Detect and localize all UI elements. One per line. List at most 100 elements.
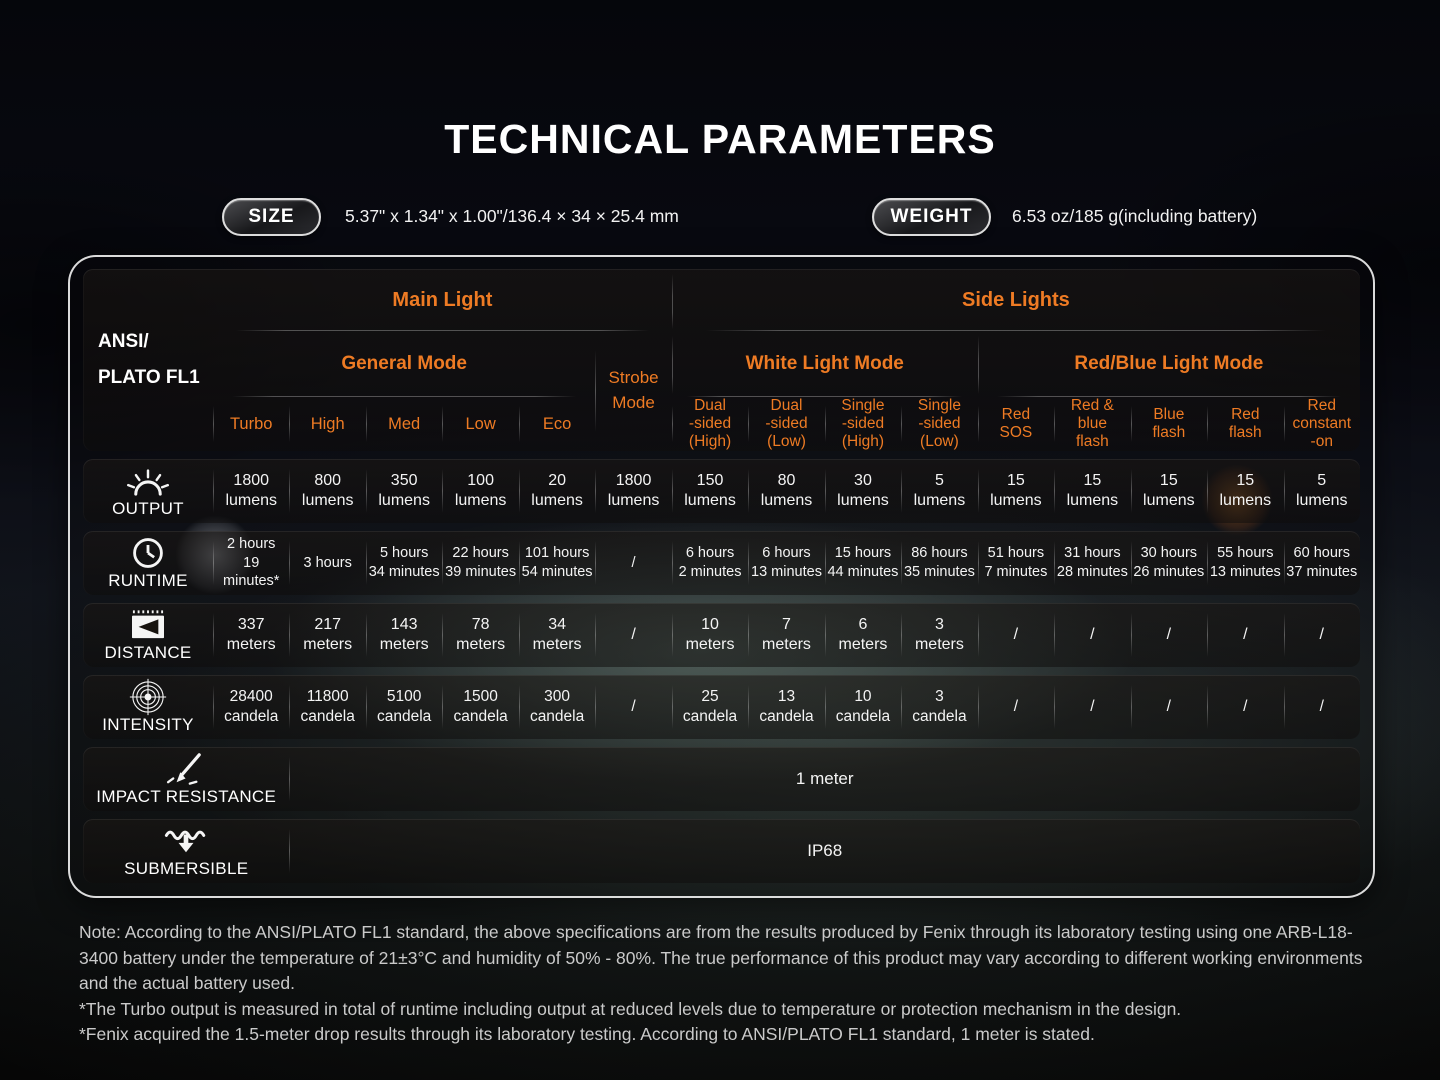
table-cell: 80 lumens	[748, 459, 824, 523]
output-icon	[125, 465, 171, 497]
runtime-icon	[131, 537, 165, 569]
column-eco: Eco	[519, 397, 595, 451]
table-cell: /	[1054, 675, 1130, 739]
table-cell: 10 meters	[672, 603, 748, 667]
table-cell: /	[1054, 603, 1130, 667]
table-cell: /	[1207, 603, 1283, 667]
table-cell: 1 meter	[289, 747, 1360, 811]
table-row-distance: DISTANCE337 meters217 meters143 meters78…	[83, 603, 1360, 667]
table-cell: 5 lumens	[1284, 459, 1360, 523]
table-cell: 337 meters	[213, 603, 289, 667]
table-cell: 300 candela	[519, 675, 595, 739]
group-red-blue-light-mode: Red/Blue Light Mode	[978, 331, 1360, 397]
table-cell: 11800 candela	[289, 675, 365, 739]
table-cell: 15 lumens	[1207, 459, 1283, 523]
note-paragraph: *Fenix acquired the 1.5-meter drop resul…	[79, 1022, 1363, 1048]
group-general-mode: General Mode	[213, 331, 595, 397]
table-cell: /	[595, 531, 671, 595]
table-cell: 2 hours 19 minutes*	[213, 531, 289, 595]
group-white-light-mode: White Light Mode	[672, 331, 978, 397]
row-label-text: IMPACT RESISTANCE	[96, 787, 276, 807]
column-single-sided-high: Single -sided (High)	[825, 397, 901, 451]
table-cell: 150 lumens	[672, 459, 748, 523]
table-cell: 143 meters	[366, 603, 442, 667]
group-side-lights: Side Lights	[672, 269, 1360, 331]
table-cell: 5 lumens	[901, 459, 977, 523]
table-cell: 5100 candela	[366, 675, 442, 739]
table-cell: 78 meters	[442, 603, 518, 667]
page-title: TECHNICAL PARAMETERS	[0, 116, 1440, 163]
column-med: Med	[366, 397, 442, 451]
table-cell: 30 hours 26 minutes	[1131, 531, 1207, 595]
table-cell: 28400 candela	[213, 675, 289, 739]
table-cell: 6 hours 2 minutes	[672, 531, 748, 595]
table-cell: 15 hours 44 minutes	[825, 531, 901, 595]
table-cell: 800 lumens	[289, 459, 365, 523]
column-high: High	[289, 397, 365, 451]
row-label: IMPACT RESISTANCE	[83, 747, 289, 811]
table-cell: 6 meters	[825, 603, 901, 667]
column-turbo: Turbo	[213, 397, 289, 451]
table-cell: /	[1131, 603, 1207, 667]
row-label-text: SUBMERSIBLE	[124, 859, 248, 879]
table-cell: /	[978, 675, 1054, 739]
spec-table: ANSI/ PLATO FL1 Main Light Side Lights G…	[68, 255, 1375, 898]
column-low: Low	[442, 397, 518, 451]
table-cell: 5 hours 34 minutes	[366, 531, 442, 595]
footnotes: Note: According to the ANSI/PLATO FL1 st…	[79, 920, 1363, 1048]
table-row-submersible: SUBMERSIBLEIP68	[83, 819, 1360, 883]
table-cell: /	[1207, 675, 1283, 739]
submersible-icon	[163, 825, 209, 857]
row-label-text: DISTANCE	[104, 643, 191, 663]
standard-line-1: ANSI/	[98, 331, 149, 353]
table-cell: 1500 candela	[442, 675, 518, 739]
column-dual-sided-low: Dual -sided (Low)	[748, 397, 824, 451]
table-cell: 86 hours 35 minutes	[901, 531, 977, 595]
table-cell: 1800 lumens	[213, 459, 289, 523]
table-cell: 31 hours 28 minutes	[1054, 531, 1130, 595]
table-cell: 51 hours 7 minutes	[978, 531, 1054, 595]
table-cell: 3 candela	[901, 675, 977, 739]
table-cell: 1800 lumens	[595, 459, 671, 523]
column-red-constant-on: Red constant -on	[1284, 397, 1360, 451]
row-label-text: OUTPUT	[112, 499, 184, 519]
table-cell: 15 lumens	[978, 459, 1054, 523]
table-row-impact-resistance: IMPACT RESISTANCE 1 meter	[83, 747, 1360, 811]
table-cell: /	[1131, 675, 1207, 739]
table-row-intensity: INTENSITY 28400 candela11800 candela5100 …	[83, 675, 1360, 739]
table-cell: 3 meters	[901, 603, 977, 667]
table-header: ANSI/ PLATO FL1 Main Light Side Lights G…	[83, 269, 1360, 451]
row-label: RUNTIME	[83, 531, 213, 595]
table-cell: 55 hours 13 minutes	[1207, 531, 1283, 595]
table-cell: 10 candela	[825, 675, 901, 739]
row-label: INTENSITY	[83, 675, 213, 739]
column-blue-flash: Blue flash	[1131, 397, 1207, 451]
table-cell: 101 hours 54 minutes	[519, 531, 595, 595]
table-cell: 3 hours	[289, 531, 365, 595]
size-value: 5.37" x 1.34" x 1.00"/136.4 × 34 × 25.4 …	[345, 206, 679, 227]
table-cell: 7 meters	[748, 603, 824, 667]
impact-resistance-icon	[165, 753, 207, 785]
standard-line-2: PLATO FL1	[98, 367, 200, 389]
distance-icon	[126, 609, 170, 641]
standard-label: ANSI/ PLATO FL1	[83, 269, 213, 451]
table-cell: 15 lumens	[1131, 459, 1207, 523]
table-cell: 30 lumens	[825, 459, 901, 523]
row-label-text: INTENSITY	[102, 715, 194, 735]
row-label: DISTANCE	[83, 603, 213, 667]
table-cell: 6 hours 13 minutes	[748, 531, 824, 595]
size-badge: SIZE	[222, 198, 321, 236]
note-paragraph: *The Turbo output is measured in total o…	[79, 997, 1363, 1023]
column-red-flash: Red flash	[1207, 397, 1283, 451]
column-red-sos: Red SOS	[978, 397, 1054, 451]
table-cell: 60 hours 37 minutes	[1284, 531, 1360, 595]
weight-badge: WEIGHT	[872, 198, 991, 236]
column-dual-sided-high: Dual -sided (High)	[672, 397, 748, 451]
table-cell: /	[1284, 603, 1360, 667]
table-cell: 20 lumens	[519, 459, 595, 523]
table-cell: /	[978, 603, 1054, 667]
table-cell: /	[1284, 675, 1360, 739]
table-cell: /	[595, 603, 671, 667]
group-main-light: Main Light	[213, 269, 672, 331]
column-red-blue-flash: Red & blue flash	[1054, 397, 1130, 451]
